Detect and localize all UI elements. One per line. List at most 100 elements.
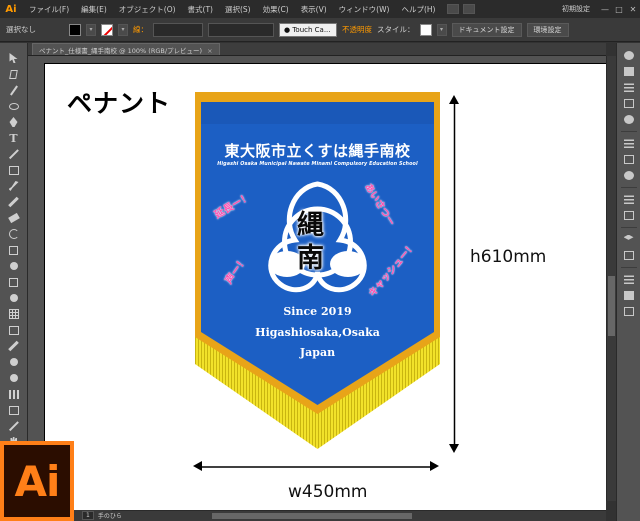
pencil-tool[interactable]	[6, 195, 22, 209]
style-label: スタイル：	[377, 25, 415, 34]
appearance-panel-button[interactable]	[622, 193, 635, 205]
dock-separator	[620, 131, 637, 132]
menu-effect[interactable]: 効果(C)	[257, 4, 295, 15]
blend-tool[interactable]	[6, 355, 22, 369]
pathfinder-panel-button[interactable]	[622, 289, 635, 301]
color-panel-button[interactable]	[622, 49, 635, 61]
horizontal-scrollbar[interactable]	[112, 510, 606, 521]
paintbrush-tool[interactable]	[6, 179, 22, 193]
artboard[interactable]: ペナント 東大阪市立くすは縄手南校 Higashi Osaka Municipa…	[44, 63, 606, 510]
graphic-styles-icon	[623, 210, 634, 220]
artboards-icon	[623, 250, 634, 260]
artboard-icon	[8, 405, 19, 415]
pennant-artwork[interactable]: 東大阪市立くすは縄手南校 Higashi Osaka Municipal Naw…	[195, 92, 440, 455]
lasso-icon	[8, 102, 19, 110]
direct-selection-tool[interactable]	[6, 67, 22, 81]
width-tool[interactable]	[6, 259, 22, 273]
stroke-color-swatch[interactable]	[101, 23, 113, 36]
align-panel-button[interactable]	[622, 273, 635, 285]
vertical-scroll-thumb[interactable]	[608, 276, 615, 336]
arrange-documents-icon[interactable]	[463, 4, 476, 14]
transform-panel-button[interactable]	[622, 305, 635, 317]
free-transform-tool[interactable]	[6, 275, 22, 289]
tab-close-icon[interactable]: ×	[207, 47, 212, 55]
vertical-scrollbar[interactable]	[606, 56, 616, 501]
gradient-tool[interactable]	[6, 323, 22, 337]
line-segment-icon	[8, 149, 19, 159]
type-tool[interactable]: T	[6, 131, 22, 145]
menu-edit[interactable]: 編集(E)	[75, 4, 113, 15]
menu-window[interactable]: ウィンドウ(W)	[333, 4, 396, 15]
stroke-dropdown-icon[interactable]: ▾	[118, 23, 128, 36]
control-bar: 選択なし ▾ ▾ 線： ● Touch Ca... 不透明度 スタイル： ▾ ド…	[0, 18, 640, 42]
stroke-label[interactable]: 線：	[133, 24, 148, 35]
symbol-sprayer-icon	[9, 374, 18, 382]
menu-type[interactable]: 書式(T)	[182, 4, 219, 15]
graphic-style-swatch[interactable]	[419, 23, 432, 36]
slice-tool[interactable]	[6, 419, 22, 433]
workspace-switcher[interactable]: 初期設定	[562, 4, 590, 14]
lasso-tool[interactable]	[6, 99, 22, 113]
menu-select[interactable]: 選択(S)	[219, 4, 257, 15]
artboard-number-field[interactable]: 1	[82, 511, 94, 520]
eraser-tool[interactable]	[6, 211, 22, 225]
maximize-button[interactable]: □	[612, 3, 626, 15]
shape-builder-tool[interactable]	[6, 291, 22, 305]
brushes-button[interactable]	[622, 97, 635, 109]
width-arrow-left	[193, 461, 202, 471]
horizontal-scroll-thumb[interactable]	[212, 513, 412, 519]
swatches-button[interactable]	[622, 81, 635, 93]
rectangle-tool[interactable]	[6, 163, 22, 177]
width-label: w450mm	[288, 482, 368, 502]
opacity-label[interactable]: 不透明度	[342, 24, 372, 35]
stroke-panel-button[interactable]	[622, 137, 635, 149]
style-dropdown-icon[interactable]: ▾	[436, 23, 447, 36]
bridge-icon[interactable]	[447, 4, 460, 14]
dock-separator	[620, 227, 637, 228]
fill-color-swatch[interactable]	[69, 23, 81, 36]
gradient-panel-button[interactable]	[622, 153, 635, 165]
document-tab[interactable]: ペナント_仕様書_縄手南校 @ 100% (RGB/プレビュー) ×	[32, 43, 220, 55]
illustrator-logo: Ai	[0, 441, 74, 521]
column-graph-icon	[8, 389, 19, 399]
city-text: Higashiosaka,Osaka	[255, 326, 380, 339]
mesh-tool[interactable]	[6, 307, 22, 321]
close-button[interactable]: ✕	[626, 3, 640, 15]
artboard-tool[interactable]	[6, 403, 22, 417]
school-name: 東大阪市立くすは縄手南校	[224, 142, 411, 160]
selection-arrow-icon	[9, 53, 18, 63]
artboards-panel-button[interactable]	[622, 249, 635, 261]
variable-width-field[interactable]	[208, 22, 274, 37]
transparency-panel-button[interactable]	[622, 169, 635, 181]
selection-tool[interactable]	[6, 51, 22, 65]
magic-wand-icon	[9, 84, 18, 96]
minimize-button[interactable]: —	[598, 3, 612, 15]
brush-definition-field[interactable]: ● Touch Ca...	[279, 22, 337, 37]
preferences-button[interactable]: 環境設定	[526, 22, 569, 37]
rotate-icon	[8, 229, 19, 239]
symbol-sprayer-tool[interactable]	[6, 371, 22, 385]
graphic-styles-button[interactable]	[622, 209, 635, 221]
pen-icon	[9, 117, 18, 127]
fill-dropdown-icon[interactable]: ▾	[86, 23, 96, 36]
magic-wand-tool[interactable]	[6, 83, 22, 97]
canvas-area[interactable]: ペナント 東大阪市立くすは縄手南校 Higashi Osaka Municipa…	[28, 56, 606, 510]
line-tool[interactable]	[6, 147, 22, 161]
eyedropper-tool[interactable]	[6, 339, 22, 353]
symbols-button[interactable]	[622, 113, 635, 125]
menu-view[interactable]: 表示(V)	[295, 4, 333, 15]
menu-quick-icons	[447, 4, 476, 14]
menu-file[interactable]: ファイル(F)	[23, 4, 75, 15]
shape-builder-icon	[9, 294, 18, 302]
rotate-tool[interactable]	[6, 227, 22, 241]
menu-help[interactable]: ヘルプ(H)	[395, 4, 441, 15]
stroke-weight-field[interactable]	[153, 22, 203, 37]
color-guide-button[interactable]	[622, 65, 635, 77]
pen-tool[interactable]	[6, 115, 22, 129]
document-setup-button[interactable]: ドキュメント設定	[451, 22, 522, 37]
scale-tool[interactable]	[6, 243, 22, 257]
layers-icon	[623, 234, 634, 240]
menu-object[interactable]: オブジェクト(O)	[113, 4, 182, 15]
layers-panel-button[interactable]	[622, 233, 635, 245]
graph-tool[interactable]	[6, 387, 22, 401]
